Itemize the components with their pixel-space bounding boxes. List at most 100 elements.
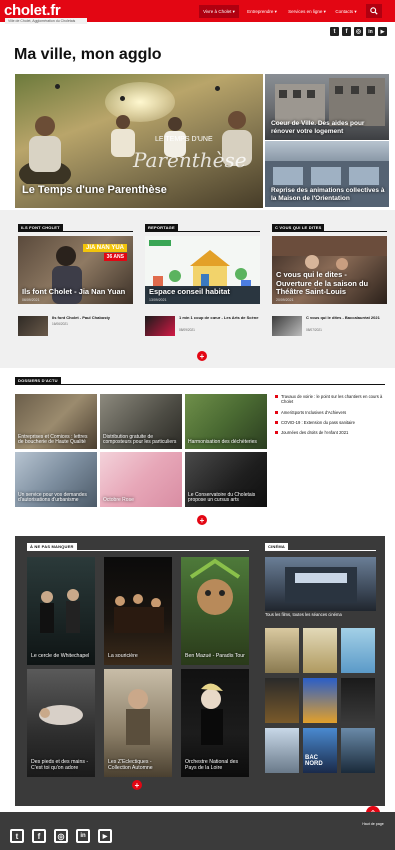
load-more-button[interactable]: + xyxy=(197,351,207,361)
instagram-icon[interactable]: ◎ xyxy=(54,829,68,843)
tile-caption: Distribution gratuite de composteurs pou… xyxy=(103,433,177,446)
film-poster[interactable] xyxy=(265,728,299,773)
poster-caption: Orchestre National des Pays de la Loire xyxy=(185,758,239,771)
film-poster[interactable] xyxy=(341,678,375,723)
card-caption: C vous qui le dites - Ouverture de la sa… xyxy=(276,270,369,296)
hero-side-caption: Coeur de Ville. Des aides pour rénover v… xyxy=(271,120,365,135)
linkedin-icon[interactable]: in xyxy=(366,27,375,36)
lamp-icon xyxy=(55,84,60,89)
tile-caption: Octobre Rose xyxy=(103,497,134,504)
mini-date: 08/09/2021 xyxy=(179,328,195,332)
dossier-tile[interactable]: Harmonisation des déchèteries xyxy=(185,394,267,449)
event-poster[interactable]: Des pieds et des mains - C'est toi qu'on… xyxy=(27,669,95,777)
card-date: 13/09/2021 xyxy=(149,298,167,302)
film-poster[interactable] xyxy=(341,628,375,673)
poster-image xyxy=(114,594,164,633)
mini-thumb[interactable] xyxy=(272,316,302,336)
nav-item-contacts[interactable]: Contacts ▾ xyxy=(330,5,362,18)
news-link[interactable]: Journées des droits de l'enfant 2021 xyxy=(275,430,390,435)
nav-label: Contacts ▾ xyxy=(335,8,357,14)
hero-side-slide-1[interactable]: Coeur de Ville. Des aides pour rénover v… xyxy=(265,74,389,140)
nav-label: Vivre à Cholet ▾ xyxy=(203,8,235,14)
hero-script-top: LE TEMPS D'UNE xyxy=(155,136,213,143)
section-tag: ILS FONT CHOLET xyxy=(18,224,63,231)
hero-main-slide[interactable]: LE TEMPS D'UNE Parenthèse Le Temps d'une… xyxy=(15,74,263,208)
section-tag: C VOUS QUI LE DITES xyxy=(272,224,325,231)
cinema-building-image xyxy=(285,567,357,603)
news-link[interactable]: Travaux de voirie : le point sur les cha… xyxy=(275,394,390,404)
film-poster[interactable] xyxy=(265,678,299,723)
event-poster[interactable]: La souricière xyxy=(104,557,172,665)
plus-icon: + xyxy=(134,780,140,790)
nav-item-vivre[interactable]: Vivre à Cholet ▾ xyxy=(199,5,239,18)
card-reportage[interactable]: Espace conseil habitat 13/09/2021 xyxy=(145,236,260,304)
dossier-tile[interactable]: Octobre Rose xyxy=(100,452,182,507)
cinema-link[interactable]: Tous les films, toutes les séances ciném… xyxy=(265,612,376,617)
nav-label: Services en ligne ▾ xyxy=(288,8,326,14)
divider xyxy=(272,231,387,232)
card-ils-font-cholet[interactable]: JIA NAN YUA 36 ANS Ils font Cholet - Jia… xyxy=(18,236,133,304)
film-poster-bac-nord[interactable]: BAC NORD xyxy=(303,728,337,773)
mini-title[interactable]: C vous qui le dites - Baccalauréat 2021 xyxy=(306,315,386,321)
poster-caption: Les Z'Eclectiques - Collection Automne xyxy=(108,758,153,771)
film-title: BAC NORD xyxy=(305,755,323,767)
hero-caption: Le Temps d'une Parenthèse xyxy=(22,184,167,196)
dossier-tile[interactable]: Entreprises et Comices : lettres de bouc… xyxy=(15,394,97,449)
lamp-icon xyxy=(215,86,220,91)
dossier-tile[interactable]: Un service pour vos demandes d'autorisat… xyxy=(15,452,97,507)
search-icon xyxy=(370,7,378,15)
instagram-icon[interactable]: ◎ xyxy=(354,27,363,36)
page-title: Ma ville, mon agglo xyxy=(14,46,162,63)
film-poster[interactable] xyxy=(303,628,337,673)
poster-caption: Des pieds et des mains - C'est toi qu'on… xyxy=(31,758,89,771)
mini-thumb[interactable] xyxy=(18,316,48,336)
divider xyxy=(18,231,133,232)
linkedin-icon[interactable]: in xyxy=(76,829,90,843)
event-poster[interactable]: Orchestre National des Pays de la Loire xyxy=(181,669,249,777)
cinema-photo[interactable] xyxy=(265,557,376,611)
news-link[interactable]: COVID-19 : Extension du pass sanitaire xyxy=(275,420,390,425)
hero-side-caption: Reprise des animations collectives à la … xyxy=(271,187,385,202)
hero-side-slide-2[interactable]: Reprise des animations collectives à la … xyxy=(265,141,389,207)
load-more-button[interactable]: + xyxy=(132,780,142,790)
card-caption: Espace conseil habitat xyxy=(149,286,230,296)
tile-caption: Entreprises et Comices : lettres de bouc… xyxy=(18,433,88,446)
tile-caption: Harmonisation des déchèteries xyxy=(188,439,257,446)
mini-date: 08/07/2021 xyxy=(306,328,322,332)
facebook-icon[interactable]: f xyxy=(32,829,46,843)
mini-title[interactable]: 1 min 1 coup de cœur - Les Arts de Scène xyxy=(179,315,259,321)
divider xyxy=(15,384,385,385)
mini-thumb[interactable] xyxy=(145,316,175,336)
nav-item-services[interactable]: Services en ligne ▾ xyxy=(284,5,330,18)
news-link[interactable]: AmeriSports Inclusives d'Achievers xyxy=(275,410,390,415)
twitter-icon[interactable]: t xyxy=(330,27,339,36)
poster-caption: La souricière xyxy=(108,652,138,659)
load-more-button[interactable]: + xyxy=(197,515,207,525)
youtube-icon[interactable]: ▶ xyxy=(378,27,387,36)
hero-people-image xyxy=(19,111,252,184)
site-logo[interactable]: cholet.fr xyxy=(4,2,61,19)
facebook-icon[interactable]: f xyxy=(342,27,351,36)
card-c-vous-qui-le-dites[interactable]: C vous qui le dites - Ouverture de la sa… xyxy=(272,236,387,304)
plus-icon: + xyxy=(199,515,205,525)
dossier-tile[interactable]: Le Conservatoire du Choletais propose un… xyxy=(185,452,267,507)
event-poster[interactable]: Les Z'Eclectiques - Collection Automne xyxy=(104,669,172,777)
film-poster[interactable] xyxy=(341,728,375,773)
youtube-icon[interactable]: ▶ xyxy=(98,829,112,843)
card-caption: Ils font Cholet - Jia Nan Yuan xyxy=(22,286,126,296)
event-poster[interactable]: Le cercle de Whitechapel xyxy=(27,557,95,665)
twitter-icon[interactable]: t xyxy=(10,829,24,843)
mini-date: 16/06/2021 xyxy=(52,322,68,326)
site-tagline: Ville de Cholet, Agglomération du Cholet… xyxy=(5,18,87,24)
nav-item-entreprendre[interactable]: Entreprendre ▾ xyxy=(242,5,282,18)
film-poster[interactable] xyxy=(265,628,299,673)
card-date: 06/09/2021 xyxy=(22,298,40,302)
dossier-tile[interactable]: Distribution gratuite de composteurs pou… xyxy=(100,394,182,449)
mini-title[interactable]: Ils font Cholet - Paul Chabosty xyxy=(52,315,132,321)
event-poster[interactable]: Ben Mazué - Paradis Tour xyxy=(181,557,249,665)
poster-caption: Ben Mazué - Paradis Tour xyxy=(185,652,245,659)
search-button[interactable] xyxy=(366,4,382,18)
lamp-icon xyxy=(120,96,125,101)
film-poster[interactable] xyxy=(303,678,337,723)
section-tag: DOSSIERS D'ACTU xyxy=(15,377,61,384)
